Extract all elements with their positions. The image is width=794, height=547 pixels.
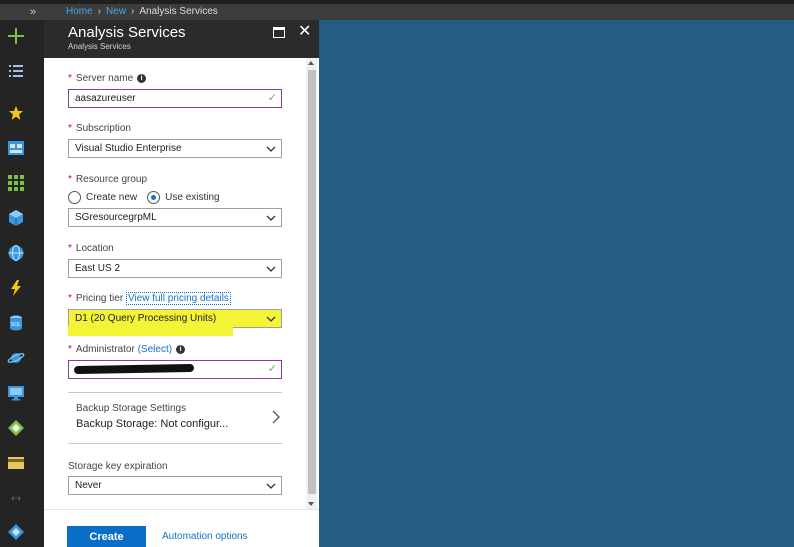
diamond-icon[interactable] [7,419,25,437]
subscription-label: * Subscription [68,123,131,134]
resource-group-select[interactable]: SGresourcegrpML [68,208,282,227]
redaction-mark [73,363,195,375]
server-name-input[interactable]: aasazureuser ✓ [68,89,282,108]
required-mark: * [68,73,72,84]
scroll-up-icon[interactable] [308,61,314,65]
select-admin-link[interactable]: (Select) [138,344,172,355]
scrollbar[interactable] [306,58,317,509]
monitor-icon[interactable] [7,384,25,402]
maximize-icon[interactable] [273,27,285,38]
radio-button-selected [147,191,161,204]
svg-text:‹·›: ‹·› [11,494,21,504]
info-icon[interactable]: i [176,344,186,354]
top-bar: » Home › New › Analysis Services [0,0,794,20]
required-mark: * [68,174,72,185]
chevron-right-icon [272,410,280,424]
valid-check-icon: ✓ [267,363,277,375]
function-icon[interactable] [7,279,25,297]
administrator-input[interactable]: ✓ [68,360,282,379]
favorites-icon[interactable] [7,104,25,122]
diamond2-icon[interactable] [7,523,25,541]
valid-check-icon: ✓ [267,92,277,104]
sql-icon[interactable]: SQL [7,314,25,332]
blade-footer: Create Automation options [44,509,319,547]
top-strip [0,0,794,4]
pricing-tier-label: * Pricing tier View full pricing details [68,292,231,305]
resource-group-label: * Resource group [68,174,148,185]
dashboard-icon[interactable] [7,139,25,157]
svg-text:SQL: SQL [11,322,21,328]
view-pricing-link[interactable]: View full pricing details [125,292,231,305]
chevron-down-icon [266,215,276,221]
radio-create-new[interactable]: Create new [68,191,137,205]
add-icon[interactable] [7,27,25,45]
blade-subtitle: Analysis Services [68,42,131,51]
chevron-down-icon [266,316,276,322]
backup-storage-settings[interactable]: Backup Storage Settings Backup Storage: … [68,392,282,444]
create-button[interactable]: Create [67,526,146,547]
close-icon[interactable]: ✕ [298,24,311,40]
scroll-down-icon[interactable] [308,502,314,506]
breadcrumb-home[interactable]: Home [66,6,93,17]
administrator-label: * Administrator (Select) i [68,343,186,356]
breadcrumb: Home › New › Analysis Services [66,5,218,19]
analysis-services-blade: Analysis Services Analysis Services ✕ * S… [44,20,319,547]
radio-use-existing[interactable]: Use existing [147,191,220,205]
network-icon[interactable]: ‹·› [7,489,25,507]
backup-storage-title: Backup Storage Settings [76,403,187,414]
storage-key-label: Storage key expiration [68,461,168,472]
info-icon[interactable]: i [137,73,147,83]
chevron-down-icon [266,266,276,272]
highlight-mark [68,326,233,336]
expand-rail-icon[interactable]: » [30,4,36,20]
chevron-down-icon [266,146,276,152]
blade-body: * Server name i aasazureuser ✓ * Subscripti… [44,58,319,509]
planet-icon[interactable] [7,349,25,367]
required-mark: * [68,344,72,355]
left-rail: SQL ‹·› [0,20,44,547]
location-select[interactable]: East US 2 [68,259,282,278]
scroll-thumb[interactable] [308,70,316,494]
list-icon[interactable] [7,62,25,80]
server-name-label: * Server name i [68,72,147,85]
chevron-down-icon [266,483,276,489]
resource-group-options: Create new Use existing [68,191,230,205]
storage-key-select[interactable]: Never [68,476,282,495]
breadcrumb-current: Analysis Services [139,6,218,17]
subscription-select[interactable]: Visual Studio Enterprise [68,139,282,158]
blade-header: Analysis Services Analysis Services ✕ [44,20,319,58]
breadcrumb-separator: › [131,6,135,17]
card-icon[interactable] [7,454,25,472]
backup-storage-value: Backup Storage: Not configur... [76,418,229,430]
blade-title: Analysis Services [68,24,186,41]
globe-icon[interactable] [7,244,25,262]
location-label: * Location [68,243,114,254]
cube-icon[interactable] [7,209,25,227]
required-mark: * [68,243,72,254]
required-mark: * [68,123,72,134]
all-resources-icon[interactable] [7,174,25,192]
automation-options-link[interactable]: Automation options [162,531,248,542]
radio-button [68,191,81,204]
breadcrumb-new[interactable]: New [106,6,126,17]
required-mark: * [68,293,72,304]
breadcrumb-separator: › [97,6,102,17]
